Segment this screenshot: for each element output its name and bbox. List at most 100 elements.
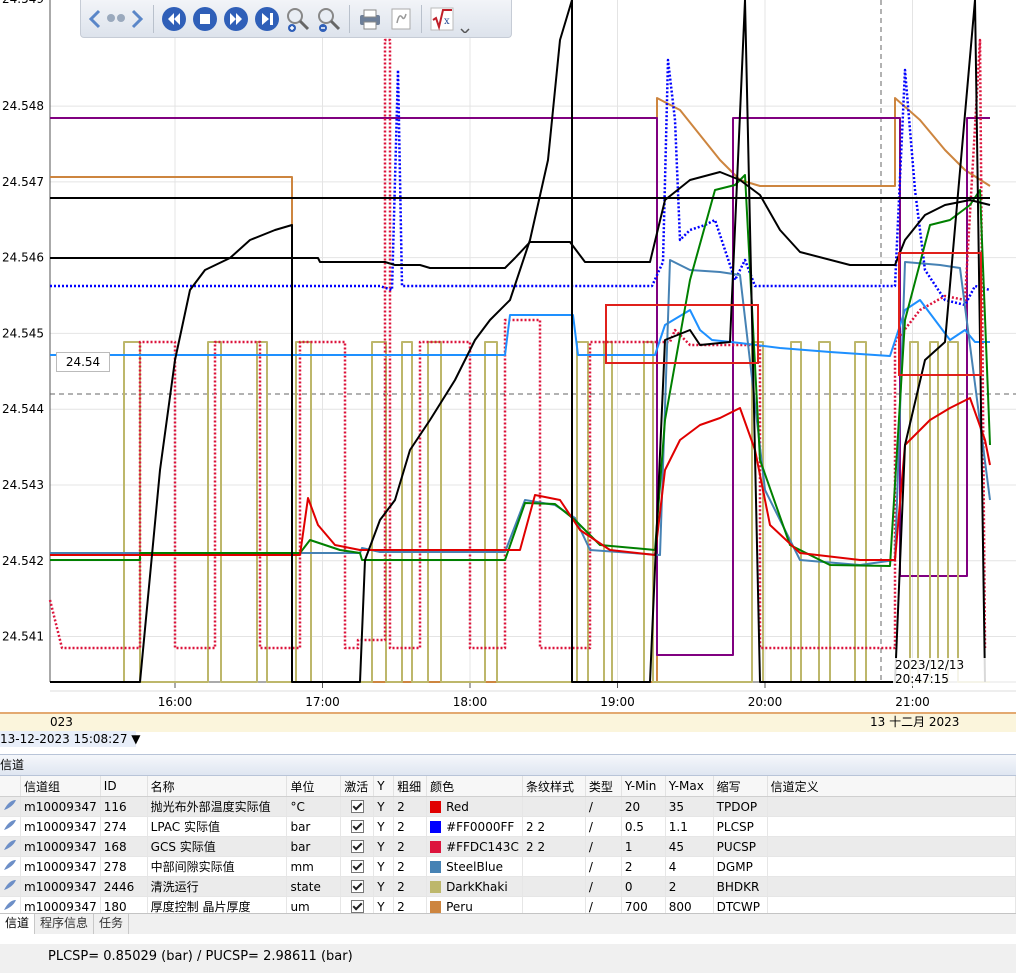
cell-color: Peru (426, 896, 524, 913)
row-icon (0, 876, 21, 897)
col-header[interactable]: 缩写 (713, 776, 768, 797)
cell-definition (767, 896, 1016, 913)
cell-active[interactable] (340, 876, 375, 897)
col-header[interactable]: ID (100, 776, 148, 797)
col-header[interactable]: Y-Min (621, 776, 666, 797)
color-swatch[interactable] (430, 820, 442, 833)
col-header[interactable]: 信道定义 (767, 776, 1016, 797)
stop-icon[interactable] (191, 5, 219, 33)
cell-active[interactable] (340, 816, 375, 837)
skip-back-icon[interactable] (160, 5, 188, 33)
cell-name: 厚度控制 晶片厚度 (147, 896, 288, 913)
svg-text:x: x (444, 16, 450, 27)
cell-ymax: 2 (665, 876, 714, 897)
table-row[interactable]: m10009347 278 中部间隙实际值 mm Y 2 SteelBlue/2 4 DGMP (0, 856, 1016, 877)
active-checkbox[interactable] (350, 839, 364, 853)
cell-ymax: 45 (665, 836, 714, 857)
table-row[interactable]: m10009347 168 GCS 实际值 bar Y 2 #FFDC143C 2 2/1 45… (0, 836, 1016, 857)
col-header[interactable]: Y-Max (665, 776, 714, 797)
color-name: #FFDC143C (446, 839, 519, 854)
cell-width: 2 (393, 836, 428, 857)
color-swatch[interactable] (430, 880, 442, 893)
cell-stripe: 2 2 (522, 836, 586, 857)
trace-peru (50, 97, 991, 683)
cell-name: 中部间隙实际值 (147, 856, 288, 877)
annotation-icon[interactable] (387, 5, 415, 33)
row-icon (0, 836, 21, 857)
col-header[interactable]: 信道组 (20, 776, 101, 797)
col-header[interactable]: 名称 (147, 776, 288, 797)
color-name: Red (446, 799, 469, 814)
col-header[interactable]: 单位 (286, 776, 342, 797)
channel-table: 信道组 ID 名称 单位 激活 Y 粗细 颜色 条纹样式 类型 Y-Min Y-… (0, 776, 1016, 913)
cell-id: 116 (100, 796, 148, 817)
cell-color: #FF0000FF (426, 816, 524, 837)
panel-title: 信道 (0, 758, 25, 772)
print-icon[interactable] (356, 5, 384, 33)
trend-chart[interactable]: 24.541 24.542 24.543 24.544 24.545 24.546 24.5… (0, 0, 1016, 732)
fast-forward-icon[interactable] (222, 5, 250, 33)
cell-ymax: 800 (665, 896, 714, 913)
table-row[interactable]: m10009347 180 厚度控制 晶片厚度 um Y 2 Peru /700 800 DTCW… (0, 896, 1016, 913)
tab-program-info[interactable]: 程序信息 (35, 914, 95, 934)
active-checkbox[interactable] (350, 899, 364, 913)
table-row[interactable]: m10009347 274 LPAC 实际值 bar Y 2 #FF0000FF 2 2/0.… (0, 816, 1016, 837)
table-row[interactable]: m10009347 2446 清洗运行 state Y 2 DarkKhaki/0 2 BHDK… (0, 876, 1016, 897)
y-tick-label: 24.547 (2, 175, 44, 189)
color-swatch[interactable] (430, 840, 442, 853)
cell-definition (767, 836, 1016, 857)
color-swatch[interactable] (430, 860, 442, 873)
color-name: SteelBlue (446, 859, 504, 874)
col-header[interactable]: 类型 (585, 776, 622, 797)
channel-feather-icon (4, 900, 16, 910)
dropdown-chevron-icon[interactable] (459, 5, 471, 33)
cell-unit: bar (286, 816, 342, 837)
cell-abbr: DTCWP (713, 896, 768, 913)
color-swatch[interactable] (430, 800, 442, 813)
col-header[interactable]: Y (373, 776, 395, 797)
col-header[interactable]: 条纹样式 (522, 776, 586, 797)
cell-name: LPAC 实际值 (147, 816, 288, 837)
skip-forward-icon[interactable] (253, 5, 281, 33)
toolbar-separator (349, 4, 350, 33)
cell-active[interactable] (340, 796, 375, 817)
cell-ymin: 0 (621, 876, 666, 897)
formula-icon[interactable]: x (428, 5, 456, 33)
y-tick-label: 24.543 (2, 478, 44, 492)
col-header[interactable]: 颜色 (426, 776, 524, 797)
cell-active[interactable] (340, 836, 375, 857)
cell-width: 2 (393, 876, 428, 897)
color-swatch[interactable] (430, 900, 442, 913)
cell-id: 278 (100, 856, 148, 877)
cell-unit: um (286, 896, 342, 913)
channel-grid: 信道组 ID 名称 单位 激活 Y 粗细 颜色 条纹样式 类型 Y-Min Y-… (0, 776, 1016, 913)
col-header[interactable]: 粗细 (393, 776, 428, 797)
time-range-selector[interactable]: 13-12-2023 15:08:27 ▼ (0, 731, 141, 747)
zoom-out-icon[interactable] (315, 5, 343, 33)
tab-tasks[interactable]: 任务 (94, 914, 130, 934)
zoom-in-icon[interactable] (284, 5, 312, 33)
table-header-row: 信道组 ID 名称 单位 激活 Y 粗细 颜色 条纹样式 类型 Y-Min Y-… (0, 776, 1016, 797)
tab-channels[interactable]: 信道 (0, 914, 36, 934)
row-icon (0, 796, 21, 817)
nav-arrows-icon[interactable] (87, 5, 147, 33)
active-checkbox[interactable] (350, 879, 364, 893)
cell-y: Y (373, 856, 395, 877)
cell-color: Red (426, 796, 524, 817)
active-checkbox[interactable] (350, 819, 364, 833)
col-header[interactable]: 激活 (340, 776, 375, 797)
cell-active[interactable] (340, 856, 375, 877)
table-row[interactable]: m10009347 116 抛光布外部温度实际值 °C Y 2 Red /20 35 TPDOP (0, 796, 1016, 817)
active-checkbox[interactable] (350, 859, 364, 873)
cell-y: Y (373, 836, 395, 857)
chart-canvas[interactable]: 24.541 24.542 24.543 24.544 24.545 24.546 24.5… (0, 0, 1016, 730)
active-checkbox[interactable] (350, 799, 364, 813)
cell-ymin: 0.5 (621, 816, 666, 837)
cell-width: 2 (393, 896, 428, 913)
cell-active[interactable] (340, 896, 375, 913)
trace-dodgerblue (50, 299, 990, 357)
cell-abbr: TPDOP (713, 796, 768, 817)
cell-abbr: PLCSP (713, 816, 768, 837)
y-tick-label: 24.545 (2, 326, 44, 340)
highlight-box (898, 252, 982, 376)
